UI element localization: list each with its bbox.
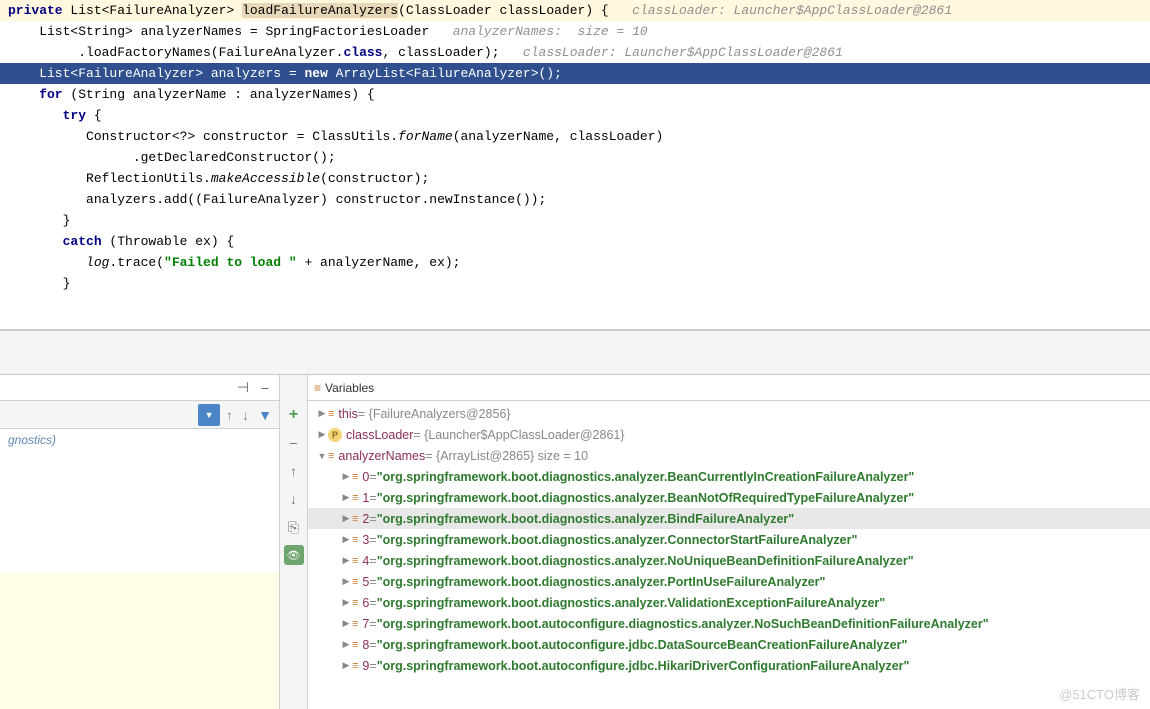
watches-icon[interactable]: 👁 bbox=[284, 545, 304, 565]
object-icon: ≡ bbox=[352, 639, 358, 651]
code-line: } bbox=[0, 273, 1150, 294]
expand-icon[interactable]: ▶ bbox=[340, 660, 352, 671]
variables-header: ≡ Variables bbox=[308, 375, 1150, 401]
frame-item[interactable]: gnostics) bbox=[0, 429, 279, 573]
object-icon: ≡ bbox=[352, 660, 358, 672]
up-arrow-icon[interactable]: ↑ bbox=[284, 461, 304, 481]
code-line: analyzers.add((FailureAnalyzer) construc… bbox=[0, 189, 1150, 210]
object-icon: ≡ bbox=[328, 408, 334, 420]
code-line: log.trace("Failed to load " + analyzerNa… bbox=[0, 252, 1150, 273]
frames-header: ⊣ − bbox=[0, 375, 279, 401]
array-item-8[interactable]: ▶≡ 8 = "org.springframework.boot.autocon… bbox=[308, 634, 1150, 655]
code-line: .getDeclaredConstructor(); bbox=[0, 147, 1150, 168]
code-line: List<String> analyzerNames = SpringFacto… bbox=[0, 21, 1150, 42]
expand-icon[interactable]: ▶ bbox=[340, 639, 352, 650]
variables-title: Variables bbox=[325, 381, 374, 395]
code-line: for (String analyzerName : analyzerNames… bbox=[0, 84, 1150, 105]
expand-icon[interactable]: ▶ bbox=[316, 408, 328, 419]
code-line: ReflectionUtils.makeAccessible(construct… bbox=[0, 168, 1150, 189]
variables-toolbar: + − ↑ ↓ ⎘ 👁 bbox=[280, 375, 308, 709]
expand-icon[interactable]: ▶ bbox=[340, 471, 352, 482]
copy-icon[interactable]: ⎘ bbox=[284, 517, 304, 537]
expand-icon[interactable]: ▶ bbox=[340, 597, 352, 608]
variables-icon: ≡ bbox=[314, 381, 321, 395]
add-watch-icon[interactable]: + bbox=[284, 405, 304, 425]
expand-icon[interactable]: ▶ bbox=[340, 555, 352, 566]
code-line: private List<FailureAnalyzer> loadFailur… bbox=[0, 0, 1150, 21]
code-line-current: List<FailureAnalyzer> analyzers = new Ar… bbox=[0, 63, 1150, 84]
object-icon: ≡ bbox=[352, 576, 358, 588]
code-line: } bbox=[0, 210, 1150, 231]
frames-panel: ⊣ − ▼ ↑ ↓ ▼ gnostics) bbox=[0, 375, 280, 709]
object-icon: ≡ bbox=[352, 597, 358, 609]
debug-panel: ⊣ − ▼ ↑ ↓ ▼ gnostics) + − ↑ ↓ ⎘ 👁 ≡ Vari… bbox=[0, 375, 1150, 709]
expand-icon[interactable]: ▶ bbox=[340, 492, 352, 503]
object-icon: ≡ bbox=[352, 513, 358, 525]
down-icon[interactable]: ↓ bbox=[239, 407, 252, 423]
watermark: @51CTO博客 bbox=[1059, 684, 1140, 703]
expand-icon[interactable]: ▶ bbox=[340, 534, 352, 545]
object-icon: ≡ bbox=[328, 450, 334, 462]
thread-dropdown[interactable]: ▼ bbox=[198, 404, 220, 426]
object-icon: ≡ bbox=[352, 555, 358, 567]
expand-icon[interactable]: ▶ bbox=[340, 513, 352, 524]
code-line: Constructor<?> constructor = ClassUtils.… bbox=[0, 126, 1150, 147]
array-item-6[interactable]: ▶≡ 6 = "org.springframework.boot.diagnos… bbox=[308, 592, 1150, 613]
code-line: try { bbox=[0, 105, 1150, 126]
array-item-7[interactable]: ▶≡ 7 = "org.springframework.boot.autocon… bbox=[308, 613, 1150, 634]
expand-icon[interactable]: ▶ bbox=[340, 618, 352, 629]
variable-classloader[interactable]: ▶ P classLoader = {Launcher$AppClassLoad… bbox=[308, 424, 1150, 445]
array-item-2[interactable]: ▶≡ 2 = "org.springframework.boot.diagnos… bbox=[308, 508, 1150, 529]
object-icon: ≡ bbox=[352, 492, 358, 504]
array-item-3[interactable]: ▶≡ 3 = "org.springframework.boot.diagnos… bbox=[308, 529, 1150, 550]
remove-watch-icon[interactable]: − bbox=[284, 433, 304, 453]
array-item-4[interactable]: ▶≡ 4 = "org.springframework.boot.diagnos… bbox=[308, 550, 1150, 571]
array-item-0[interactable]: ▶≡ 0 = "org.springframework.boot.diagnos… bbox=[308, 466, 1150, 487]
object-icon: ≡ bbox=[352, 534, 358, 546]
variables-panel: + − ↑ ↓ ⎘ 👁 ≡ Variables ▶ ≡ this = {Fail… bbox=[280, 375, 1150, 709]
down-arrow-icon[interactable]: ↓ bbox=[284, 489, 304, 509]
variable-this[interactable]: ▶ ≡ this = {FailureAnalyzers@2856} bbox=[308, 403, 1150, 424]
up-icon[interactable]: ↑ bbox=[223, 407, 236, 423]
filter-icon[interactable]: ▼ bbox=[255, 407, 275, 423]
code-editor[interactable]: private List<FailureAnalyzer> loadFailur… bbox=[0, 0, 1150, 330]
restore-icon[interactable]: ⊣ bbox=[233, 378, 253, 398]
parameter-icon: P bbox=[328, 428, 342, 442]
code-line: catch (Throwable ex) { bbox=[0, 231, 1150, 252]
frames-toolbar: ▼ ↑ ↓ ▼ bbox=[0, 401, 279, 429]
expand-icon[interactable]: ▶ bbox=[340, 576, 352, 587]
object-icon: ≡ bbox=[352, 618, 358, 630]
minimize-icon[interactable]: − bbox=[255, 378, 275, 398]
variables-tree[interactable]: ▶ ≡ this = {FailureAnalyzers@2856} ▶ P c… bbox=[308, 401, 1150, 709]
code-line: .loadFactoryNames(FailureAnalyzer.class,… bbox=[0, 42, 1150, 63]
array-item-5[interactable]: ▶≡ 5 = "org.springframework.boot.diagnos… bbox=[308, 571, 1150, 592]
array-item-9[interactable]: ▶≡ 9 = "org.springframework.boot.autocon… bbox=[308, 655, 1150, 676]
array-item-1[interactable]: ▶≡ 1 = "org.springframework.boot.diagnos… bbox=[308, 487, 1150, 508]
expand-icon[interactable]: ▶ bbox=[316, 429, 328, 440]
collapse-icon[interactable]: ▼ bbox=[316, 451, 328, 461]
object-icon: ≡ bbox=[352, 471, 358, 483]
variable-analyzernames[interactable]: ▼ ≡ analyzerNames = {ArrayList@2865} siz… bbox=[308, 445, 1150, 466]
panel-splitter[interactable] bbox=[0, 330, 1150, 375]
